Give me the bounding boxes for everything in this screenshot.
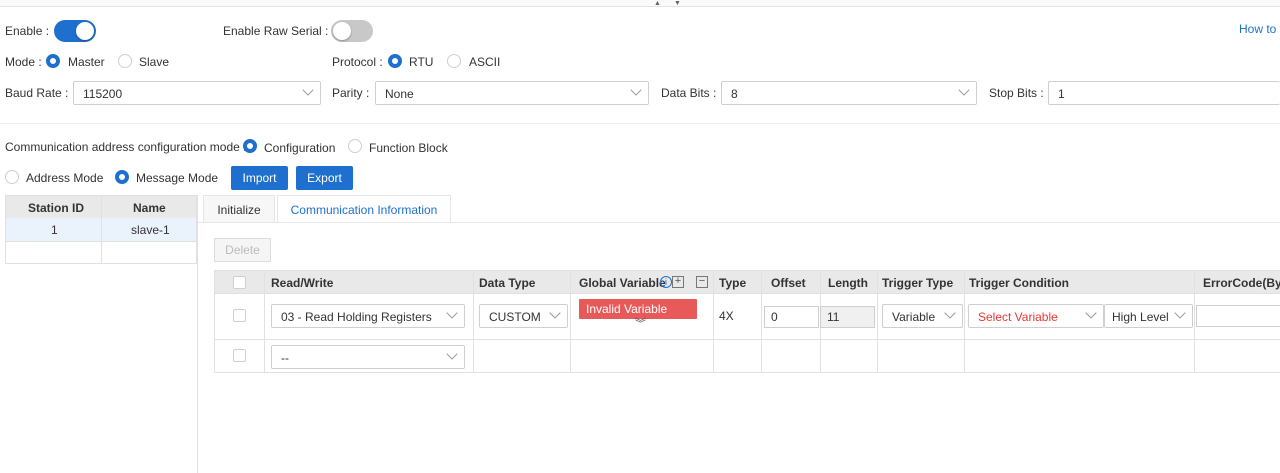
- comm-table: Read/Write Data Type Global Variable i +…: [214, 270, 1280, 373]
- chevron-down-icon: [302, 84, 314, 96]
- chevron-down-icon: [630, 84, 642, 96]
- trigger-condition-header: Trigger Condition: [969, 276, 1069, 290]
- row-divider: [6, 241, 196, 242]
- read-write-value: 03 - Read Holding Registers: [281, 310, 432, 324]
- comm-config-label: Communication address configuration mode…: [5, 140, 247, 154]
- select-all-checkbox[interactable]: [233, 276, 246, 289]
- address-mode-radio[interactable]: [5, 170, 19, 184]
- protocol-rtu-label[interactable]: RTU: [409, 55, 433, 69]
- data-type-value: CUSTOM: [489, 310, 541, 324]
- enable-label: Enable :: [5, 24, 50, 38]
- baud-rate-select[interactable]: 115200: [73, 81, 321, 105]
- trigger-level-select[interactable]: High Level: [1104, 304, 1193, 328]
- row-checkbox[interactable]: [233, 349, 246, 362]
- data-type-header: Data Type: [479, 276, 536, 290]
- trigger-level-value: High Level: [1112, 310, 1169, 324]
- top-resize-bar[interactable]: [0, 0, 1280, 7]
- read-write-value: --: [281, 351, 289, 365]
- parity-value: None: [385, 87, 414, 101]
- station-table: Station ID Name 1 slave-1: [5, 195, 197, 264]
- chevron-down-icon: [1085, 307, 1097, 319]
- data-bits-label: Data Bits :: [661, 86, 717, 100]
- read-write-select[interactable]: --: [271, 345, 465, 369]
- panel-divider: [197, 195, 198, 473]
- message-mode-label[interactable]: Message Mode: [136, 171, 218, 185]
- comm-table-header: [215, 271, 1280, 293]
- enable-raw-serial-label: Enable Raw Serial :: [223, 24, 329, 38]
- trigger-type-header: Trigger Type: [882, 276, 954, 290]
- tab-communication-information[interactable]: Communication Information: [277, 195, 451, 223]
- chevron-down-icon: [446, 307, 458, 319]
- comm-config-function-block-label[interactable]: Function Block: [369, 141, 448, 155]
- read-write-header: Read/Write: [271, 276, 334, 290]
- type-cell: 4X: [719, 309, 734, 323]
- comm-config-configuration-label[interactable]: Configuration: [264, 141, 335, 155]
- remove-icon[interactable]: −: [696, 276, 708, 288]
- station-id-header: Station ID: [28, 201, 84, 215]
- expand-down-icon[interactable]: ︾: [635, 319, 646, 330]
- stop-bits-select[interactable]: 1: [1048, 81, 1280, 105]
- baud-rate-label: Baud Rate :: [5, 86, 69, 100]
- trigger-condition-select[interactable]: Select Variable: [968, 304, 1104, 328]
- collapse-up-icon[interactable]: ▲: [654, 0, 661, 7]
- data-bits-select[interactable]: 8: [721, 81, 977, 105]
- type-header: Type: [719, 276, 747, 290]
- data-bits-value: 8: [731, 87, 738, 101]
- mode-master-label[interactable]: Master: [68, 55, 105, 69]
- tab-bar-line: [198, 222, 1280, 223]
- trigger-condition-value: Select Variable: [978, 310, 1058, 324]
- mode-master-radio[interactable]: [46, 54, 60, 68]
- mode-slave-radio[interactable]: [118, 54, 132, 68]
- mode-label: Mode :: [5, 55, 42, 69]
- length-header: Length: [828, 276, 868, 290]
- how-to-link[interactable]: How to v: [1239, 22, 1280, 36]
- tab-initialize[interactable]: Initialize: [203, 195, 275, 223]
- station-id-cell: 1: [51, 223, 58, 237]
- offset-input[interactable]: 0: [764, 306, 819, 328]
- invalid-variable-badge[interactable]: Invalid Variable: [579, 299, 697, 319]
- collapse-down-icon[interactable]: ▼: [674, 0, 681, 7]
- trigger-type-select[interactable]: Variable: [882, 304, 963, 328]
- read-write-select[interactable]: 03 - Read Holding Registers: [271, 304, 465, 328]
- enable-toggle[interactable]: [54, 20, 96, 42]
- baud-rate-value: 115200: [83, 87, 123, 101]
- mode-slave-label[interactable]: Slave: [139, 55, 169, 69]
- name-header: Name: [133, 201, 166, 215]
- protocol-rtu-radio[interactable]: [388, 54, 402, 68]
- col-divider: [101, 196, 102, 263]
- stop-bits-value: 1: [1058, 87, 1065, 101]
- chevron-down-icon: [1174, 307, 1186, 319]
- comm-config-configuration-radio[interactable]: [243, 139, 257, 153]
- address-mode-label[interactable]: Address Mode: [26, 171, 103, 185]
- parity-select[interactable]: None: [375, 81, 649, 105]
- error-code-header: ErrorCode(Byte: [1203, 276, 1280, 290]
- delete-button[interactable]: Delete: [214, 238, 271, 262]
- enable-raw-serial-toggle[interactable]: [331, 20, 373, 42]
- station-name-cell: slave-1: [131, 223, 170, 237]
- export-button[interactable]: Export: [296, 166, 353, 190]
- message-mode-radio[interactable]: [115, 170, 129, 184]
- data-type-select[interactable]: CUSTOM: [479, 304, 568, 328]
- parity-label: Parity :: [332, 86, 370, 100]
- section-divider: [0, 123, 1280, 124]
- chevron-down-icon: [958, 84, 970, 96]
- protocol-label: Protocol :: [332, 55, 383, 69]
- chevron-down-icon: [944, 307, 956, 319]
- comm-config-function-block-radio[interactable]: [348, 139, 362, 153]
- import-button[interactable]: Import: [231, 166, 288, 190]
- stop-bits-label: Stop Bits :: [989, 86, 1044, 100]
- row-checkbox[interactable]: [233, 309, 246, 322]
- chevron-down-icon: [549, 307, 561, 319]
- length-input[interactable]: 11: [820, 306, 875, 328]
- error-code-input[interactable]: [1196, 305, 1280, 327]
- info-icon[interactable]: i: [660, 276, 672, 288]
- add-icon[interactable]: +: [672, 276, 684, 288]
- protocol-ascii-radio[interactable]: [447, 54, 461, 68]
- protocol-ascii-label[interactable]: ASCII: [469, 55, 500, 69]
- global-variable-header: Global Variable: [579, 276, 666, 290]
- chevron-down-icon: [446, 348, 458, 360]
- offset-header: Offset: [771, 276, 806, 290]
- trigger-type-value: Variable: [892, 310, 936, 324]
